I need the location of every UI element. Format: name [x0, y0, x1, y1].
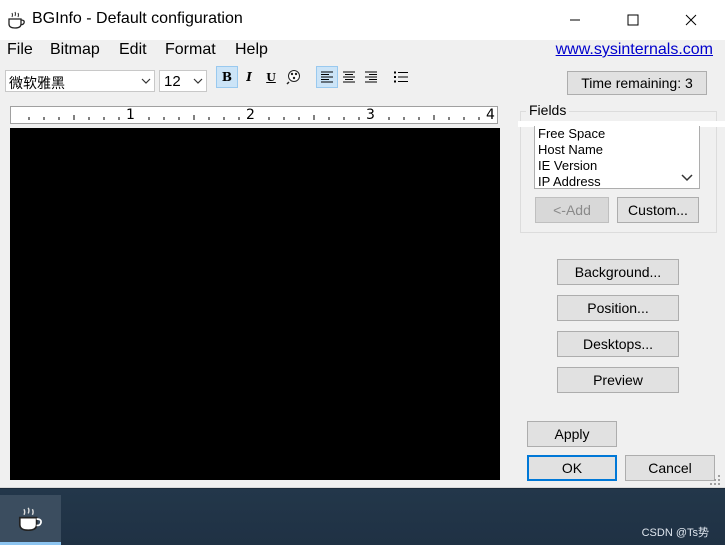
position-button[interactable]: Position...	[557, 295, 679, 321]
menu-file[interactable]: File	[7, 41, 33, 59]
menu-edit[interactable]: Edit	[119, 41, 147, 59]
ruler-number: 3	[366, 107, 375, 123]
fields-label: Fields	[526, 102, 570, 118]
resize-grip-icon[interactable]	[709, 474, 721, 486]
minimize-icon	[570, 19, 580, 21]
list-item[interactable]: IP Address	[538, 174, 601, 188]
list-item[interactable]: Host Name	[538, 142, 603, 157]
ruler: 1 2 3 4	[10, 106, 498, 124]
menu-help[interactable]: Help	[235, 41, 268, 59]
chevron-down-icon	[141, 78, 151, 84]
underline-button[interactable]: U	[260, 66, 282, 88]
preview-button[interactable]: Preview	[557, 367, 679, 393]
menu-bitmap[interactable]: Bitmap	[50, 41, 100, 59]
cancel-button[interactable]: Cancel	[625, 455, 715, 481]
background-button[interactable]: Background...	[557, 259, 679, 285]
ruler-number: 1	[126, 107, 135, 123]
taskbar: CSDN @Ts势	[0, 489, 725, 545]
custom-button[interactable]: Custom...	[617, 197, 699, 223]
maximize-icon	[627, 14, 639, 26]
bginfo-window: BGInfo - Default configuration File Bitm…	[0, 0, 725, 488]
desktops-button[interactable]: Desktops...	[557, 331, 679, 357]
list-item[interactable]: Free Space	[538, 126, 605, 141]
coffee-cup-icon	[18, 506, 42, 531]
window-title: BGInfo - Default configuration	[32, 10, 243, 27]
time-remaining-button[interactable]: Time remaining: 3	[567, 71, 707, 95]
align-left-icon	[321, 71, 333, 83]
add-field-button[interactable]: <-Add	[535, 197, 609, 223]
color-palette-icon	[286, 70, 300, 85]
bold-button[interactable]: B	[216, 66, 238, 88]
bullets-button[interactable]	[390, 66, 412, 88]
watermark-text: CSDN @Ts势	[641, 527, 709, 539]
font-name-value: 微软雅黑	[9, 75, 65, 91]
sysinternals-link[interactable]: www.sysinternals.com	[556, 41, 713, 59]
align-left-button[interactable]	[316, 66, 338, 88]
align-right-icon	[365, 71, 377, 83]
coffee-cup-icon	[8, 11, 25, 29]
chevron-down-icon	[193, 78, 203, 84]
fields-list[interactable]: Free Space Host Name IE Version IP Addre…	[534, 126, 700, 189]
chevron-down-icon[interactable]	[680, 170, 694, 184]
title-bar[interactable]: BGInfo - Default configuration	[0, 0, 725, 40]
ok-button[interactable]: OK	[527, 455, 617, 481]
font-name-select[interactable]: 微软雅黑	[5, 70, 155, 92]
taskbar-app-bginfo[interactable]	[0, 495, 61, 545]
list-item[interactable]: IE Version	[538, 158, 597, 173]
menu-format[interactable]: Format	[165, 41, 216, 59]
align-right-button[interactable]	[360, 66, 382, 88]
ruler-number: 4	[486, 107, 495, 123]
apply-button[interactable]: Apply	[527, 421, 617, 447]
italic-button[interactable]: I	[238, 66, 260, 88]
text-color-button[interactable]	[283, 66, 305, 88]
menu-bar: File Bitmap Edit Format Help www.sysinte…	[0, 40, 725, 62]
bullet-list-icon	[394, 71, 408, 83]
font-size-select[interactable]: 12	[159, 70, 207, 92]
minimize-button[interactable]	[546, 0, 604, 40]
text-editor-area[interactable]	[10, 128, 500, 480]
font-size-value: 12	[164, 73, 181, 90]
maximize-button[interactable]	[604, 0, 662, 40]
align-center-button[interactable]	[338, 66, 360, 88]
close-icon	[685, 14, 697, 26]
close-button[interactable]	[662, 0, 720, 40]
align-center-icon	[343, 71, 355, 83]
ruler-number: 2	[246, 107, 255, 123]
